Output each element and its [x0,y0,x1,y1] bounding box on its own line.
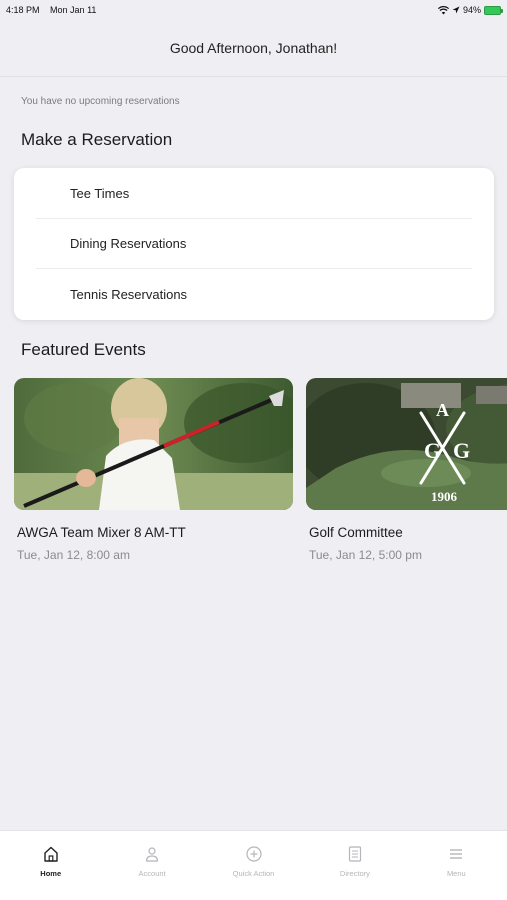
event-date: Tue, Jan 12, 8:00 am [17,548,130,562]
reservation-item-tennis[interactable]: Tennis Reservations [14,269,494,320]
reservation-item-tee-times[interactable]: Tee Times [14,168,494,219]
book-icon [348,846,362,862]
reservation-item-label: Tee Times [70,185,130,201]
logo-a: A [436,400,449,420]
tab-label: Home [40,869,62,878]
reservation-item-label: Dining Reservations [70,236,187,252]
tab-label: Directory [339,869,370,878]
tab-home[interactable]: Home [0,831,101,900]
battery-icon [484,5,503,15]
status-left: 4:18 PM Mon Jan 11 [6,5,104,15]
featured-events-carousel[interactable]: AWGA Team Mixer 8 AM-TT Tue, Jan 12, 8:0… [14,378,507,578]
status-date: Mon Jan 11 [50,5,97,15]
status-time: 4:18 PM [6,5,40,15]
logo-year: 1906 [431,489,458,504]
event-card[interactable]: AWGA Team Mixer 8 AM-TT Tue, Jan 12, 8:0… [14,378,293,562]
event-name: AWGA Team Mixer 8 AM-TT [17,525,186,540]
home-icon [44,846,58,862]
header: Good Afternoon, Jonathan! [0,20,507,77]
status-right: 94% [437,5,503,15]
tab-directory[interactable]: Directory [304,831,405,900]
battery-percent: 94% [462,5,481,15]
wifi-icon [437,5,449,14]
location-arrow-icon [452,6,460,14]
event-card[interactable]: G G A 1906 Golf Committee Tue, Jan 12, 5… [306,378,507,562]
person-icon [146,847,159,862]
greeting-title: Good Afternoon, Jonathan! [169,40,338,56]
tab-quick-action[interactable]: Quick Action [203,831,304,900]
status-bar: 4:18 PM Mon Jan 11 94% [0,0,507,20]
tab-menu[interactable]: Menu [406,831,507,900]
event-image-club[interactable]: G G A 1906 [306,378,507,510]
reservation-card: Tee Times Dining Reservations Tennis Res… [14,168,494,320]
event-name: Golf Committee [309,525,403,540]
tab-bar: Home Account Quick Action Directory Menu [0,830,507,900]
plus-circle-icon [245,846,262,862]
logo-g-right: G [453,438,470,463]
featured-events-title: Featured Events [21,340,146,359]
hamburger-icon [450,849,463,859]
reservation-item-label: Tennis Reservations [70,286,188,302]
tab-label: Menu [446,869,466,878]
logo-g-left: G [424,438,441,463]
tab-label: Account [138,869,166,878]
tab-account[interactable]: Account [101,831,202,900]
tab-label: Quick Action [232,869,275,878]
make-reservation-title: Make a Reservation [21,130,173,149]
no-reservations-message: You have no upcoming reservations [21,96,180,107]
club-logo-aerial-photo: G G A 1906 [306,378,507,510]
event-image-golfer[interactable] [14,378,293,510]
golfer-photo [14,378,293,510]
reservation-item-dining[interactable]: Dining Reservations [14,219,494,270]
event-date: Tue, Jan 12, 5:00 pm [309,548,422,562]
